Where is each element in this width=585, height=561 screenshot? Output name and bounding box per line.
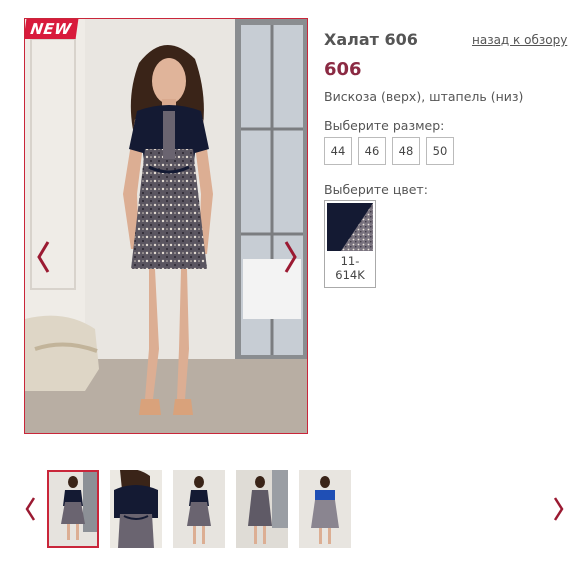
thumbnail-image bbox=[173, 470, 225, 548]
new-badge: NEW bbox=[25, 19, 79, 39]
color-option[interactable]: 11- 614K bbox=[324, 200, 376, 288]
chevron-left-icon bbox=[25, 497, 36, 521]
model-photo-image bbox=[25, 19, 307, 433]
gallery-thumbnail-5[interactable] bbox=[299, 470, 351, 548]
thumbnail-image bbox=[299, 470, 351, 548]
chevron-left-icon bbox=[37, 241, 50, 273]
back-to-overview-link[interactable]: назад к обзору bbox=[472, 33, 567, 47]
chevron-right-icon bbox=[284, 241, 297, 273]
gallery-thumbnail-4[interactable] bbox=[236, 470, 288, 548]
gallery-thumbnail-2[interactable] bbox=[110, 470, 162, 548]
gallery-thumbnail-3[interactable] bbox=[173, 470, 225, 548]
gallery-prev-arrow[interactable] bbox=[20, 489, 40, 529]
color-swatch-image bbox=[327, 203, 373, 251]
gallery-next-arrow[interactable] bbox=[549, 489, 569, 529]
product-article: 606 bbox=[324, 59, 362, 80]
gallery-thumbnail-1[interactable] bbox=[47, 470, 99, 548]
size-option-50[interactable]: 50 bbox=[426, 137, 454, 165]
chevron-right-icon bbox=[553, 497, 564, 521]
thumbnail-image bbox=[49, 472, 97, 546]
size-option-48[interactable]: 48 bbox=[392, 137, 420, 165]
color-code: 11- 614K bbox=[335, 254, 365, 282]
thumbnail-image bbox=[236, 470, 288, 548]
size-option-44[interactable]: 44 bbox=[324, 137, 352, 165]
size-selector: 44 46 48 50 bbox=[324, 137, 454, 165]
thumbnail-image bbox=[110, 470, 162, 548]
main-photo-prev-arrow[interactable] bbox=[33, 237, 53, 277]
size-label: Выберите размер: bbox=[324, 118, 445, 133]
main-product-photo[interactable]: NEW bbox=[24, 18, 308, 434]
product-material: Вискоза (верх), штапель (низ) bbox=[324, 89, 524, 104]
main-photo-next-arrow[interactable] bbox=[281, 237, 301, 277]
color-label: Выберите цвет: bbox=[324, 182, 428, 197]
size-option-46[interactable]: 46 bbox=[358, 137, 386, 165]
product-title: Халат 606 bbox=[324, 30, 418, 49]
